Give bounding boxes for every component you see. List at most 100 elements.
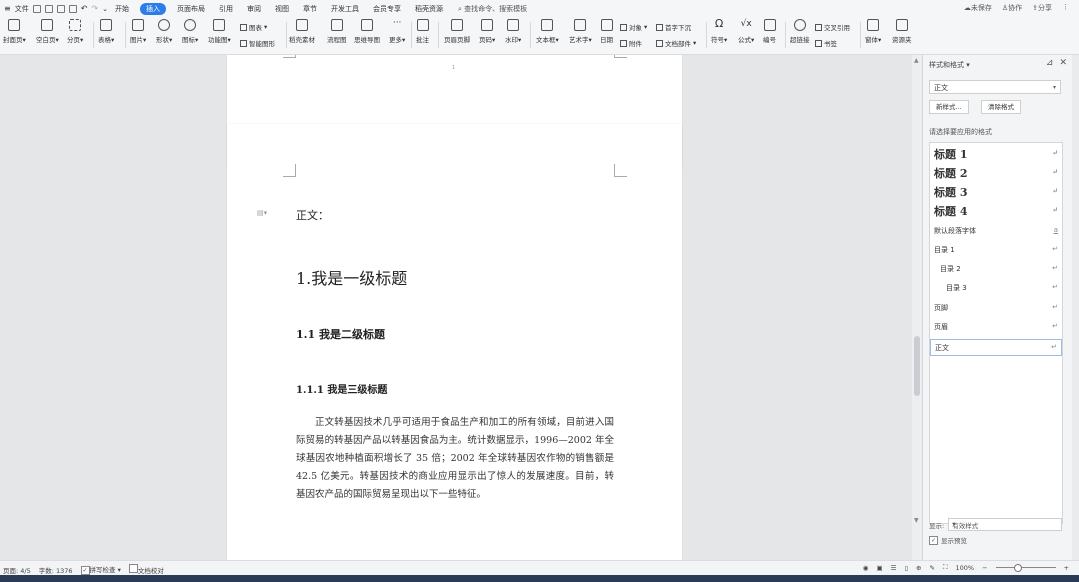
tab-home[interactable]: 开始	[108, 4, 136, 14]
heading-3[interactable]: 1.1.1 我是三级标题	[296, 381, 387, 396]
body-paragraph[interactable]: 正文转基因技术几乎可适用于食品生产和加工的所有领域，目前进入国际贸易的转基因产品…	[296, 414, 614, 504]
table-button[interactable]: 表格▾	[98, 19, 114, 44]
page-indicator[interactable]: 页面: 4/5	[3, 565, 31, 575]
style-item-footer[interactable]: 页脚 ↵	[930, 300, 1062, 317]
style-item-heading-4[interactable]: 标题 4 ↵	[930, 202, 1062, 219]
undo-icon[interactable]: ↶	[81, 4, 88, 13]
style-item-heading-3[interactable]: 标题 3 ↵	[930, 183, 1062, 200]
word-count[interactable]: 字数: 1376	[39, 565, 73, 575]
scroll-up-icon[interactable]: ▲	[914, 57, 919, 64]
smartart-button[interactable]: 智能图形	[240, 38, 275, 48]
paragraph-handle-icon[interactable]: ▤▾	[257, 209, 267, 217]
crossref-button[interactable]: 交叉引用	[815, 22, 850, 32]
object-button[interactable]: 对象 ▾	[620, 22, 647, 32]
page-break-button[interactable]: 分页▾	[67, 19, 83, 44]
page-view-icon[interactable]: ▣	[876, 564, 882, 572]
show-filter-select[interactable]: 有效样式 ▾	[948, 518, 1063, 531]
style-item-toc-1[interactable]: 目录 1 ↵	[930, 242, 1062, 259]
tab-references[interactable]: 引用	[212, 4, 240, 14]
clear-format-button[interactable]: 清除格式	[981, 100, 1021, 114]
preview-icon[interactable]	[68, 4, 77, 13]
hamburger-icon[interactable]: ≡	[4, 4, 11, 13]
zoom-slider-knob[interactable]	[1013, 564, 1022, 572]
style-item-default-font[interactable]: 默认段落字体 a	[930, 223, 1062, 240]
fit-icon[interactable]: ⛶	[943, 563, 948, 572]
scroll-thumb[interactable]	[914, 336, 920, 396]
tab-review[interactable]: 审阅	[240, 4, 268, 14]
tab-insert[interactable]: 插入	[139, 2, 166, 15]
watermark-button[interactable]: 水印▾	[505, 19, 521, 44]
zoom-in-icon[interactable]: +	[1064, 564, 1069, 572]
scroll-down-icon[interactable]: ▼	[914, 517, 919, 524]
numbering-button[interactable]: 编号	[763, 19, 776, 44]
tab-resources[interactable]: 稻壳资源	[408, 4, 450, 14]
style-item-toc-2[interactable]: 目录 2 ↵	[930, 261, 1062, 278]
pin-icon[interactable]: ⊿	[1046, 58, 1054, 68]
resource-button[interactable]: 资源夹	[892, 19, 912, 44]
heading-2[interactable]: 1.1 我是二级标题	[296, 326, 385, 342]
close-icon[interactable]: ✕	[1059, 58, 1067, 68]
flowchart-button[interactable]: 流程图	[327, 19, 347, 44]
show-preview-toggle[interactable]: ✓ 显示预览	[929, 535, 967, 545]
blank-page-button[interactable]: 空白页▾	[36, 19, 59, 44]
new-doc-icon[interactable]	[32, 4, 41, 13]
shape-button[interactable]: 形状▾	[156, 19, 172, 44]
zoom-out-icon[interactable]: −	[982, 564, 987, 572]
collab-button[interactable]: ♙协作	[1002, 3, 1022, 13]
style-item-heading-1[interactable]: 标题 1 ↵	[930, 145, 1062, 162]
form-button[interactable]: 窗体▾	[865, 19, 881, 44]
spellcheck-toggle[interactable]: ✓ 拼写检查 ▾	[80, 564, 121, 575]
print-icon[interactable]	[56, 4, 65, 13]
page-number-button[interactable]: 页码▾	[479, 19, 495, 44]
redo-icon[interactable]: ↷	[91, 4, 98, 13]
tab-section[interactable]: 章节	[296, 4, 324, 14]
bookmark-button[interactable]: 书签	[815, 38, 837, 48]
outline-view-icon[interactable]: ☰	[891, 564, 897, 572]
mindmap-button[interactable]: 思维导图	[354, 19, 380, 44]
textbox-button[interactable]: 文本框▾	[536, 19, 559, 44]
zoom-value[interactable]: 100%	[956, 564, 975, 572]
eye-icon[interactable]: ◉	[863, 564, 869, 572]
chart-button[interactable]: 图表 ▾	[240, 22, 267, 32]
current-style-select[interactable]: 正文 ▾	[929, 80, 1061, 94]
pen-icon[interactable]: ✎	[929, 564, 934, 572]
more-icon[interactable]: ⋮	[1062, 3, 1069, 13]
web-view-icon[interactable]: ⊕	[916, 564, 921, 572]
body-line[interactable]: 正文：	[296, 207, 329, 223]
symbol-button[interactable]: Ω 符号▾	[711, 18, 727, 44]
vertical-scrollbar[interactable]: ▲ ▼	[912, 55, 922, 560]
tab-member[interactable]: 会员专享	[366, 4, 408, 14]
picture-button[interactable]: 图片▾	[130, 19, 146, 44]
tab-developer[interactable]: 开发工具	[324, 4, 366, 14]
save-icon[interactable]	[44, 4, 53, 13]
date-button[interactable]: 日期	[600, 19, 613, 44]
more-button[interactable]: ··· 更多▾	[389, 19, 405, 45]
dropcap-button[interactable]: 首字下沉	[656, 22, 691, 32]
docpart-button[interactable]: 文档部件 ▾	[656, 38, 696, 48]
style-item-toc-3[interactable]: 目录 3 ↵	[930, 280, 1062, 297]
reading-view-icon[interactable]: ▯	[904, 564, 908, 572]
new-style-button[interactable]: 新样式...	[929, 100, 969, 114]
proofread-button[interactable]: 文档校对	[128, 564, 164, 575]
wordart-button[interactable]: 艺术字▾	[569, 19, 592, 44]
style-item-heading-2[interactable]: 标题 2 ↵	[930, 164, 1062, 181]
hyperlink-button[interactable]: 超链接	[790, 19, 810, 44]
attachment-button[interactable]: 附件	[620, 38, 642, 48]
header-footer-button[interactable]: 页眉页脚	[444, 19, 470, 44]
heading-1[interactable]: 1.我是一级标题	[296, 265, 407, 289]
share-button[interactable]: ⇪分享	[1032, 3, 1052, 13]
style-item-header[interactable]: 页眉 ↵	[930, 319, 1062, 336]
document-page[interactable]: ▤▾ 正文： 1.我是一级标题 1.1 我是二级标题 1.1.1 我是三级标题 …	[227, 124, 682, 560]
tab-layout[interactable]: 页面布局	[170, 4, 212, 14]
unsaved-status[interactable]: ☁未保存	[964, 3, 992, 13]
checkbox-checked-icon[interactable]: ✓	[929, 535, 938, 545]
comment-button[interactable]: 批注	[416, 19, 429, 44]
zoom-slider[interactable]	[995, 564, 1056, 572]
command-search[interactable]: ⌕ 查找命令、搜索模板	[458, 4, 527, 14]
file-menu[interactable]: 文件	[15, 4, 29, 14]
formula-button[interactable]: √x 公式▾	[738, 19, 754, 44]
icon-button[interactable]: 图标▾	[182, 19, 198, 44]
style-item-body[interactable]: 正文 ↵	[930, 339, 1062, 356]
function-chart-button[interactable]: 功能图▾	[208, 19, 231, 44]
document-canvas[interactable]: 1 ▤▾ 正文： 1.我是一级标题 1.1 我是二级标题 1.1.1 我是三级标…	[0, 55, 912, 560]
